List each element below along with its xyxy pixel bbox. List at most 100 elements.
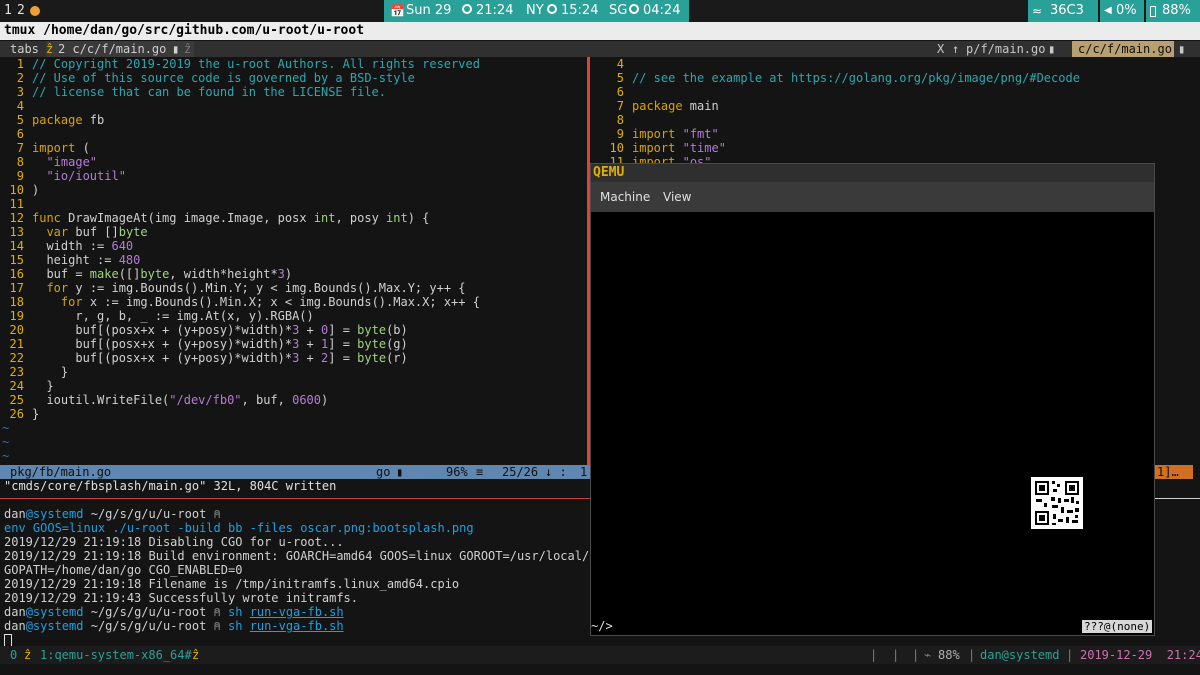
code-line: 9 import "fmt" <box>600 127 1200 141</box>
code-line: 14 width := 640 <box>0 239 588 253</box>
workspace-2-button[interactable]: 2 <box>17 0 25 22</box>
code-line: 22 buf[(posx+x + (y+posy)*width)*3 + 2] … <box>0 351 588 365</box>
vim-message: "cmds/core/fbsplash/main.go" 32L, 804C w… <box>4 479 337 493</box>
prompt-path: ~/g/s/g/u/u-root <box>90 605 207 619</box>
ny-label: NY <box>526 3 544 18</box>
tab-left-label: 2 c/c/f/main.go <box>58 42 167 56</box>
line-number: 20 <box>9 323 24 337</box>
terminal-output-line: 2019/12/29 21:19:18 Filename is /tmp/ini… <box>4 577 460 591</box>
code-line: 26} <box>0 407 588 421</box>
line-number: 16 <box>9 267 24 281</box>
prompt-host: @systemd <box>25 605 84 619</box>
vim-tabline: tabs ẑ 2 c/c/f/main.go ▮ ẑ X ↑ p/f/main.… <box>0 41 1200 57</box>
prompt-user: dan <box>4 619 26 633</box>
tab-right-2[interactable]: c/c/f/main.go <box>1072 41 1174 57</box>
command-script-link[interactable]: run-vga-fb.sh <box>250 619 344 633</box>
menu-view[interactable]: View <box>663 182 691 212</box>
code-line: 7 import ( <box>0 141 588 155</box>
z-icon: ẑ <box>184 42 192 56</box>
right-pane-gutter <box>1155 57 1200 465</box>
z-icon: ẑ <box>192 648 200 662</box>
pin-icon: ↑ <box>952 42 960 56</box>
cursor-line[interactable] <box>4 633 588 647</box>
z-icon: ẑ <box>24 648 32 662</box>
code-text: buf = make([]byte, width*height*3) <box>32 267 293 281</box>
code-text: buf[(posx+x + (y+posy)*width)*3 + 2] = b… <box>32 351 408 365</box>
line-number: 13 <box>9 225 24 239</box>
code-text: import "fmt" <box>632 127 719 141</box>
code-line: 5 // see the example at https://golang.or… <box>600 71 1200 85</box>
line-number: 24 <box>9 379 24 393</box>
date-text: Sun 29 <box>406 3 452 18</box>
pane-divider-right <box>1155 498 1200 499</box>
line-number: 19 <box>9 309 24 323</box>
line-number-icon: ↓ : <box>545 465 567 479</box>
code-line: 5 package fb <box>0 113 588 127</box>
qemu-window[interactable]: QEMU Machine View ~/> ???@(none) <box>590 163 1155 636</box>
separator: | <box>912 648 920 662</box>
left-code-pane[interactable]: 1 // Copyright 2019-2019 the u-root Autho… <box>0 57 588 421</box>
code-line: 4 <box>600 57 1200 71</box>
clock-widget: 📅 Sun 29 21:24 NY 15:24 SG 04:24 <box>384 0 689 22</box>
code-text: "image" <box>46 155 98 169</box>
code-text: ) <box>32 183 40 197</box>
code-line: 9 "io/ioutil" <box>0 169 588 183</box>
battery-icon: ⌁ <box>924 648 932 662</box>
tab-left[interactable]: ẑ 2 c/c/f/main.go ▮ ẑ <box>46 41 194 57</box>
code-line: 3 // license that can be found in the LIC… <box>0 85 588 99</box>
prompt-path: ~/g/s/g/u/u-root <box>90 619 207 633</box>
line-number: 23 <box>9 365 24 379</box>
file-icon: ▮ <box>172 42 180 56</box>
code-text: for y := img.Bounds().Min.Y; y < img.Bou… <box>46 281 466 295</box>
right-code-pane[interactable]: 4 5 // see the example at https://golang.o… <box>600 57 1200 163</box>
line-number: 15 <box>9 253 24 267</box>
terminal-output-line: 2019/12/29 21:19:43 Successfully wrote i… <box>4 591 359 605</box>
code-text: ioutil.WriteFile("/dev/fb0", buf, 0600) <box>32 393 329 407</box>
prompt-user: dan <box>4 605 26 619</box>
prompt-host: @systemd <box>25 619 84 633</box>
line-number: 6 <box>16 127 24 141</box>
wifi-widget[interactable]: ≈ 36C3 <box>1028 0 1098 22</box>
pane-divider[interactable] <box>0 498 590 499</box>
terminal-output-line: GOPATH=/home/dan/go CGO_ENABLED=0 <box>4 563 243 577</box>
session-index[interactable]: 0 <box>10 646 17 664</box>
code-line: 20 buf[(posx+x + (y+posy)*width)*3 + 0] … <box>0 323 588 337</box>
code-line: 25 ioutil.WriteFile("/dev/fb0", buf, 060… <box>0 393 588 407</box>
code-text: } <box>32 365 69 379</box>
code-text: width := 640 <box>32 239 134 253</box>
code-text: var buf []byte <box>46 225 148 239</box>
command-script-link[interactable]: run-vga-fb.sh <box>250 605 344 619</box>
code-line: 11 import "os" <box>600 155 1200 163</box>
separator: | <box>968 648 976 662</box>
empty-line-marker: ~ <box>2 421 10 435</box>
status-position: 25/26 <box>502 465 539 479</box>
prompt-path: ~/g/s/g/u/u-root <box>90 507 207 521</box>
prompt-line: dan@systemd ~/g/s/g/u/u-root ⍝ sh run-vg… <box>4 605 588 619</box>
line-number: 8 <box>16 155 24 169</box>
line-number: 22 <box>9 351 24 365</box>
qemu-console-prompt: ~/> <box>591 619 613 633</box>
volume-widget[interactable]: ◀ 0% <box>1100 0 1144 22</box>
line-number: 7 <box>16 141 24 155</box>
code-text: buf[(posx+x + (y+posy)*width)*3 + 0] = b… <box>32 323 408 337</box>
tab-right-1[interactable]: p/f/main.go <box>966 41 1045 57</box>
line-number: 11 <box>9 197 24 211</box>
z-icon: ẑ <box>46 42 54 56</box>
window-tab[interactable]: 1:qemu-system-x86_64# <box>40 646 192 664</box>
command-sh: sh <box>228 619 243 633</box>
command-sh: sh <box>228 605 243 619</box>
lines-icon: ≡ <box>476 465 484 479</box>
qemu-title[interactable]: QEMU <box>591 164 1154 182</box>
terminal-output-line: 2019/12/29 21:19:18 Disabling CGO for u-… <box>4 535 344 549</box>
battery-level: 88% <box>1162 3 1191 18</box>
vim-status-line: pkg/fb/main.go go ▮ 96% ≡ 25/26 ↓ : 1 <box>0 465 592 479</box>
terminal-pane[interactable]: dan@systemd ~/g/s/g/u/u-root ⍝ env GOOS=… <box>4 507 604 647</box>
workspace-1-button[interactable]: 1 <box>4 0 12 22</box>
menu-machine[interactable]: Machine <box>600 182 650 212</box>
close-tab-button[interactable]: X <box>937 41 944 57</box>
code-line: 10) <box>0 183 588 197</box>
line-number: 14 <box>9 239 24 253</box>
command-line: env GOOS=linux ./u-root -build bb -files… <box>4 521 474 535</box>
code-text: // license that can be found in the LICE… <box>32 85 387 99</box>
tmux-datetime: 2019-12-29 21:24 <box>1080 648 1200 662</box>
